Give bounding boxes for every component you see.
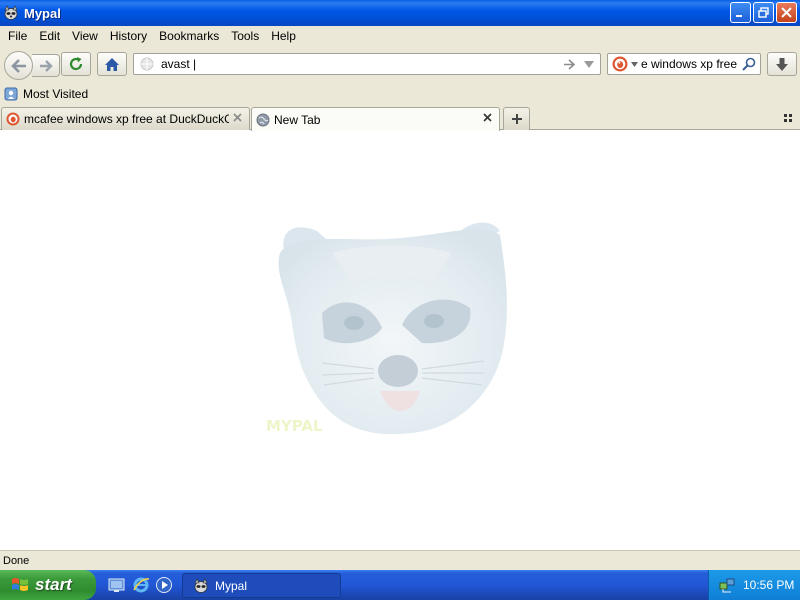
status-text: Done: [3, 554, 30, 567]
address-bar[interactable]: [133, 53, 601, 75]
raccoon-app-icon: [194, 577, 208, 593]
duckduckgo-favicon-icon: [6, 112, 20, 126]
bookmark-most-visited[interactable]: Most Visited: [23, 87, 88, 101]
start-button[interactable]: start: [0, 570, 96, 600]
windows-flag-icon: [12, 578, 28, 591]
network-icon[interactable]: [719, 577, 735, 593]
search-engine-dropdown-icon[interactable]: [631, 61, 638, 67]
forward-button[interactable]: [32, 54, 60, 77]
mypal-watermark-text: MYPAL: [266, 417, 323, 435]
tab-label: New Tab: [274, 112, 321, 127]
minimize-button[interactable]: [730, 2, 751, 23]
download-arrow-icon: [776, 57, 788, 71]
most-visited-icon: [4, 87, 18, 101]
menu-history[interactable]: History: [104, 29, 153, 43]
menu-bar: File Edit View History Bookmarks Tools H…: [0, 26, 800, 46]
plus-icon: [511, 114, 522, 124]
show-desktop-icon[interactable]: [108, 576, 126, 594]
raccoon-logo-image: MYPAL: [266, 222, 507, 435]
close-icon: [781, 7, 792, 18]
media-player-icon[interactable]: [155, 576, 173, 594]
back-button[interactable]: [4, 51, 33, 80]
raccoon-app-icon: [4, 5, 18, 20]
home-icon: [105, 57, 119, 71]
close-tab-icon[interactable]: [482, 112, 493, 123]
home-button[interactable]: [97, 52, 127, 76]
window-titlebar[interactable]: Mypal: [0, 0, 800, 26]
menu-view[interactable]: View: [66, 29, 104, 43]
duckduckgo-icon[interactable]: [612, 56, 628, 72]
reload-icon: [69, 57, 83, 71]
search-input[interactable]: mcafee windows xp free: [641, 57, 737, 71]
forward-arrow-icon: [39, 59, 53, 72]
tab-label: mcafee windows xp free at DuckDuckGo: [24, 112, 229, 126]
url-input[interactable]: [161, 57, 551, 71]
status-bar: Done: [0, 550, 800, 570]
url-dropdown-icon[interactable]: [584, 61, 594, 69]
taskbar-window-mypal[interactable]: Mypal: [182, 573, 341, 598]
close-window-button[interactable]: [776, 2, 797, 23]
tab-strip: mcafee windows xp free at DuckDuckGo New…: [0, 106, 800, 131]
taskbar: start Mypal 10:56 PM: [0, 570, 800, 600]
minimize-icon: [736, 15, 742, 17]
restore-icon: [758, 7, 769, 18]
tab-new-tab[interactable]: New Tab: [251, 107, 500, 131]
system-tray: 10:56 PM: [708, 570, 800, 600]
restore-button[interactable]: [753, 2, 774, 23]
back-arrow-icon: [10, 58, 26, 73]
menu-help[interactable]: Help: [265, 29, 302, 43]
internet-explorer-icon[interactable]: [132, 576, 150, 594]
start-label: start: [35, 575, 72, 594]
page-content[interactable]: MYPAL: [0, 131, 800, 550]
new-tab-button[interactable]: [503, 107, 530, 130]
navigation-toolbar: mcafee windows xp free: [0, 46, 800, 82]
taskbar-window-label: Mypal: [215, 578, 248, 593]
globe-icon: [140, 57, 154, 71]
tab-duckduckgo[interactable]: mcafee windows xp free at DuckDuckGo: [1, 107, 250, 130]
close-tab-icon[interactable]: [232, 112, 243, 123]
go-arrow-icon[interactable]: [563, 58, 576, 71]
menu-edit[interactable]: Edit: [33, 29, 66, 43]
menu-bookmarks[interactable]: Bookmarks: [153, 29, 225, 43]
globe-favicon-icon: [256, 113, 270, 126]
window-title: Mypal: [24, 5, 61, 21]
reload-button[interactable]: [61, 52, 91, 76]
search-bar[interactable]: mcafee windows xp free: [607, 53, 761, 75]
bookmarks-toolbar: Most Visited: [0, 82, 800, 106]
menu-file[interactable]: File: [2, 29, 33, 43]
menu-tools[interactable]: Tools: [225, 29, 265, 43]
clock: 10:56 PM: [743, 578, 795, 592]
downloads-button[interactable]: [767, 52, 797, 76]
tab-list-icon[interactable]: [784, 113, 794, 123]
search-icon[interactable]: [742, 57, 756, 71]
